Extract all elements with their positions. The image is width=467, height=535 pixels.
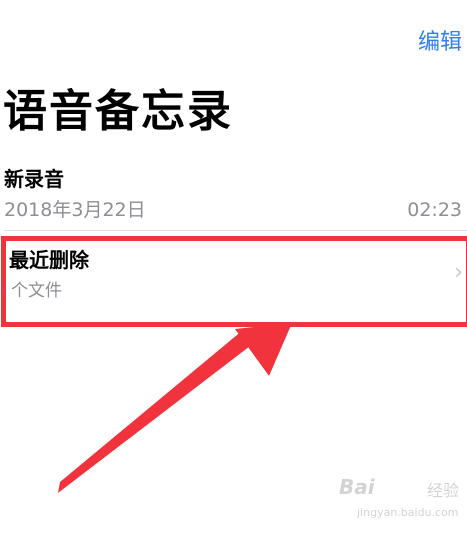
watermark-text: Bai: [339, 475, 375, 499]
watermark-url: jingyan.baidu.com: [357, 506, 459, 519]
watermark-text-2: 经验: [426, 481, 459, 500]
watermark-logo: Bai 经验 jingyan.baidu.com: [339, 475, 459, 519]
annotation-arrow-icon: [58, 323, 292, 493]
